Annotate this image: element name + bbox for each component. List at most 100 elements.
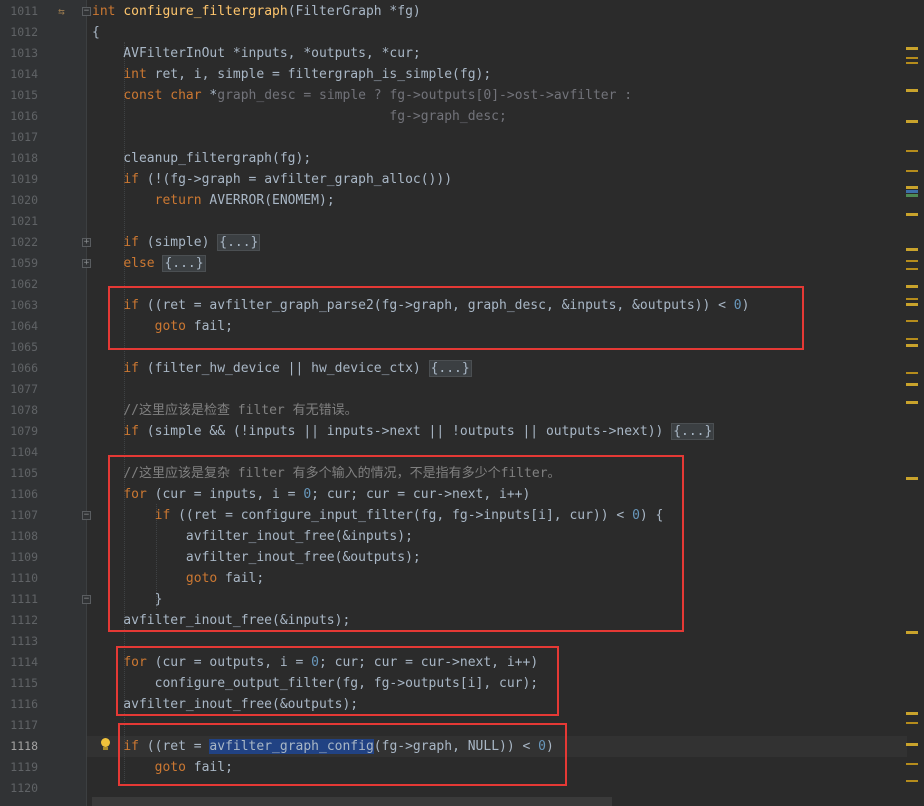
code-text[interactable]: goto fail; — [92, 568, 264, 589]
stripe-marker[interactable] — [906, 213, 918, 216]
stripe-marker[interactable] — [906, 712, 918, 715]
fold-toggle-icon[interactable]: + — [82, 238, 91, 247]
line-number[interactable]: 1120 — [0, 778, 38, 799]
code-text[interactable]: fg->graph_desc; — [92, 106, 506, 127]
line-number[interactable]: 1013 — [0, 43, 38, 64]
code-text[interactable]: goto fail; — [92, 757, 233, 778]
intention-bulb-icon[interactable] — [101, 738, 110, 750]
stripe-marker[interactable] — [906, 383, 918, 386]
code-text[interactable]: AVFilterInOut *inputs, *outputs, *cur; — [92, 43, 420, 64]
code-line[interactable]: 1012 { — [0, 22, 900, 43]
line-number[interactable]: 1063 — [0, 295, 38, 316]
code-text[interactable]: if (!(fg->graph = avfilter_graph_alloc()… — [92, 169, 452, 190]
stripe-marker[interactable] — [906, 120, 918, 123]
code-editor[interactable]: ⇆ 1011− int configure_filtergraph(FilterG… — [0, 0, 924, 806]
code-line[interactable]: 1015 const char *graph_desc = simple ? f… — [0, 85, 900, 106]
stripe-marker[interactable] — [906, 303, 918, 306]
code-line[interactable]: 1022 + if (simple) {...} — [0, 232, 900, 253]
code-text[interactable]: avfilter_inout_free(&outputs); — [92, 694, 358, 715]
code-line[interactable]: 1020 return AVERROR(ENOMEM); — [0, 190, 900, 211]
code-line[interactable]: 1021 — [0, 211, 900, 232]
code-text[interactable]: } — [92, 589, 163, 610]
stripe-marker[interactable] — [906, 57, 918, 59]
stripe-marker[interactable] — [906, 743, 918, 746]
code-line[interactable]: 1114 for (cur = outputs, i = 0; cur; cur… — [0, 652, 900, 673]
stripe-marker[interactable] — [906, 631, 918, 634]
line-number[interactable]: 1111 — [0, 589, 38, 610]
line-number[interactable]: 1014 — [0, 64, 38, 85]
stripe-marker[interactable] — [906, 89, 918, 92]
code-line[interactable]: 1017 — [0, 127, 900, 148]
code-line[interactable]: 1014 int ret, i, simple = filtergraph_is… — [0, 64, 900, 85]
code-text[interactable]: configure_output_filter(fg, fg->outputs[… — [92, 673, 539, 694]
stripe-marker[interactable] — [906, 298, 918, 300]
code-line[interactable]: 1110 goto fail; — [0, 568, 900, 589]
stripe-marker[interactable] — [906, 194, 918, 197]
stripe-marker[interactable] — [906, 47, 918, 50]
code-text[interactable]: if (simple) {...} — [92, 232, 261, 253]
line-number[interactable]: 1104 — [0, 442, 38, 463]
stripe-marker[interactable] — [906, 150, 918, 152]
line-number[interactable]: 1116 — [0, 694, 38, 715]
line-number[interactable]: 1119 — [0, 757, 38, 778]
line-number[interactable]: 1020 — [0, 190, 38, 211]
code-line[interactable]: 1111 − } — [0, 589, 900, 610]
code-line[interactable]: 1063 if ((ret = avfilter_graph_parse2(fg… — [0, 295, 900, 316]
line-number[interactable]: 1015 — [0, 85, 38, 106]
stripe-marker[interactable] — [906, 763, 918, 765]
code-line[interactable]: 1078 //这里应该是检查 filter 有无错误。 — [0, 400, 900, 421]
line-number[interactable]: 1066 — [0, 358, 38, 379]
code-text[interactable]: avfilter_inout_free(&outputs); — [92, 547, 421, 568]
line-number[interactable]: 1065 — [0, 337, 38, 358]
code-line[interactable]: 1116 avfilter_inout_free(&outputs); — [0, 694, 900, 715]
line-number[interactable]: 1114 — [0, 652, 38, 673]
code-text[interactable]: if ((ret = configure_input_filter(fg, fg… — [92, 505, 664, 526]
line-number[interactable]: 1059 — [0, 253, 38, 274]
line-number[interactable]: 1112 — [0, 610, 38, 631]
code-line[interactable]: 1109 avfilter_inout_free(&outputs); — [0, 547, 900, 568]
line-number[interactable]: 1113 — [0, 631, 38, 652]
code-text[interactable]: goto fail; — [92, 316, 233, 337]
line-number[interactable]: 1117 — [0, 715, 38, 736]
code-line[interactable]: 1059 + else {...} — [0, 253, 900, 274]
code-line[interactable]: 1011 − int configure_filtergraph(FilterGra… — [0, 1, 900, 22]
code-line[interactable]: 1106 for (cur = inputs, i = 0; cur; cur … — [0, 484, 900, 505]
code-text[interactable]: if (filter_hw_device || hw_device_ctx) {… — [92, 358, 472, 379]
line-number[interactable]: 1021 — [0, 211, 38, 232]
line-number[interactable]: 1022 — [0, 232, 38, 253]
line-number[interactable]: 1019 — [0, 169, 38, 190]
code-text[interactable]: avfilter_inout_free(&inputs); — [92, 610, 350, 631]
code-line[interactable]: 1107 − if ((ret = configure_input_filter(… — [0, 505, 900, 526]
stripe-marker[interactable] — [906, 62, 918, 64]
fold-toggle-icon[interactable]: − — [82, 511, 91, 520]
line-number[interactable]: 1012 — [0, 22, 38, 43]
stripe-marker[interactable] — [906, 268, 918, 270]
code-text[interactable]: if ((ret = avfilter_graph_parse2(fg->gra… — [92, 295, 749, 316]
code-text[interactable]: if ((ret = avfilter_graph_config(fg->gra… — [92, 736, 554, 757]
line-number[interactable]: 1118 — [0, 736, 38, 757]
stripe-marker[interactable] — [906, 170, 918, 172]
stripe-marker[interactable] — [906, 372, 918, 374]
line-number[interactable]: 1017 — [0, 127, 38, 148]
code-line[interactable]: 1104 — [0, 442, 900, 463]
line-number[interactable]: 1106 — [0, 484, 38, 505]
code-line[interactable]: 1119 goto fail; — [0, 757, 900, 778]
code-text[interactable]: //这里应该是复杂 filter 有多个输入的情况，不是指有多少个filter。 — [92, 463, 560, 484]
code-line[interactable]: 1066 if (filter_hw_device || hw_device_c… — [0, 358, 900, 379]
code-line[interactable]: 1019 if (!(fg->graph = avfilter_graph_al… — [0, 169, 900, 190]
fold-toggle-icon[interactable]: − — [82, 595, 91, 604]
code-text[interactable]: avfilter_inout_free(&inputs); — [92, 526, 413, 547]
line-number[interactable]: 1016 — [0, 106, 38, 127]
fold-toggle-icon[interactable]: − — [82, 7, 91, 16]
code-line[interactable]: 1113 — [0, 631, 900, 652]
stripe-marker[interactable] — [906, 248, 918, 251]
code-line[interactable]: 1108 avfilter_inout_free(&inputs); — [0, 526, 900, 547]
code-line[interactable]: 1013 AVFilterInOut *inputs, *outputs, *c… — [0, 43, 900, 64]
code-line[interactable]: 1077 — [0, 379, 900, 400]
code-line[interactable]: 1115 configure_output_filter(fg, fg->out… — [0, 673, 900, 694]
code-text[interactable]: for (cur = inputs, i = 0; cur; cur = cur… — [92, 484, 530, 505]
stripe-marker[interactable] — [906, 780, 918, 782]
error-stripe[interactable] — [900, 0, 924, 806]
code-text[interactable]: int ret, i, simple = filtergraph_is_simp… — [92, 64, 491, 85]
code-text[interactable]: return AVERROR(ENOMEM); — [92, 190, 335, 211]
